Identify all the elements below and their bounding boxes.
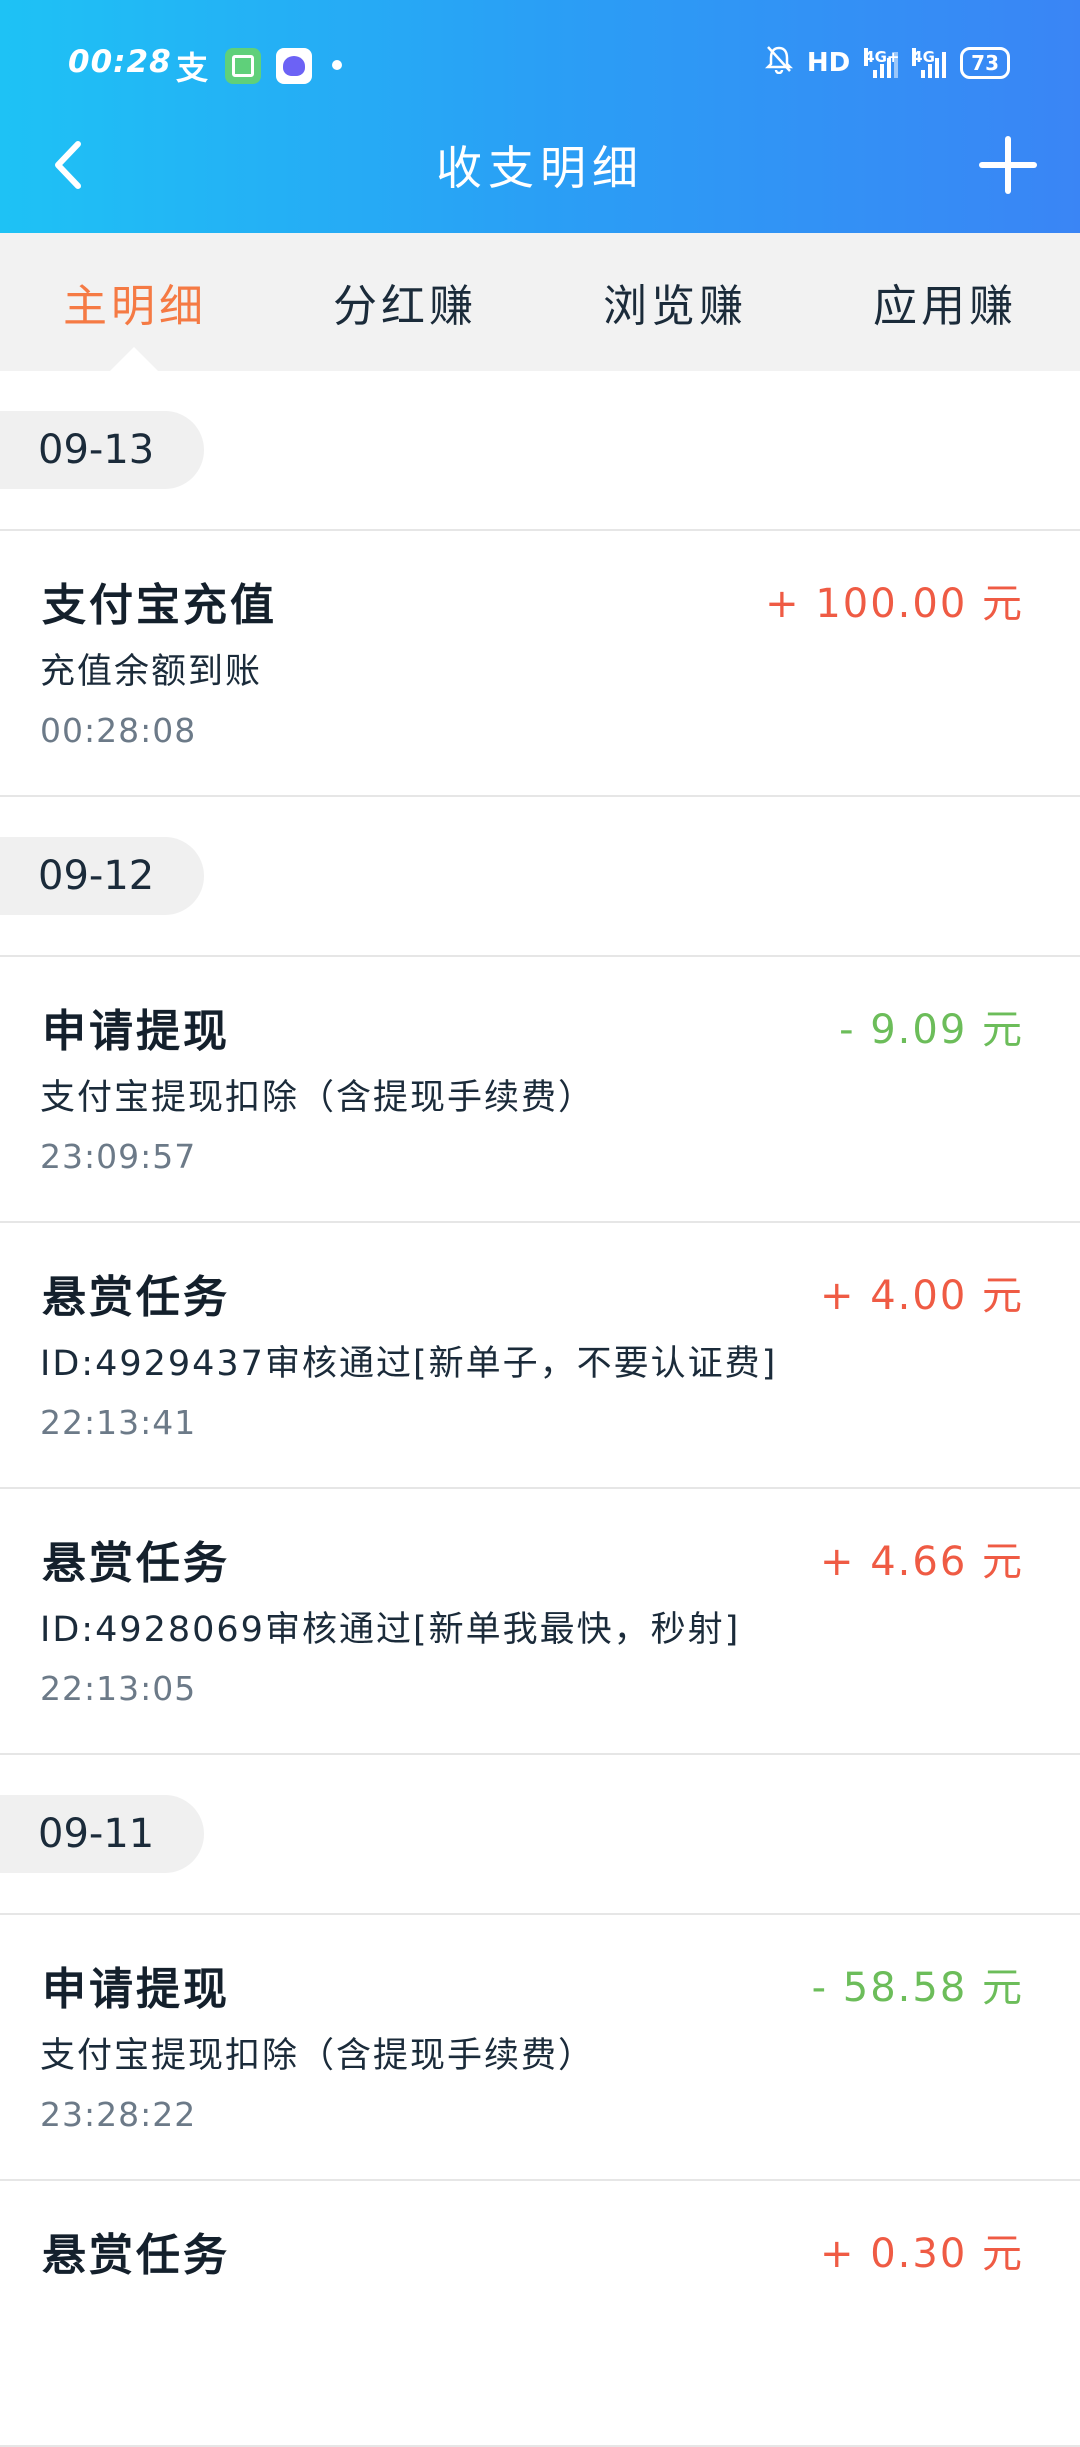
record-title: 支付宝充值 [42,580,277,631]
record-title: 申请提现 [42,1964,230,2015]
date-label: 09-12 [0,837,205,915]
date-header: 09-13 [0,371,1080,531]
date-label: 09-11 [0,1795,205,1873]
date-label: 09-13 [0,411,205,489]
list-item[interactable]: 支付宝充值 + 100.00 元 充值余额到账 00:28:08 [0,531,1080,797]
date-header: 09-11 [0,1755,1080,1915]
tab-app[interactable]: 应用赚 [810,233,1080,371]
record-description: 支付宝提现扣除（含提现手续费） [40,1078,596,1118]
qq-notification-icon [276,48,312,84]
active-tab-indicator [110,347,158,371]
more-notifications-dot-icon [332,60,342,70]
list-item[interactable]: 悬赏任务 + 0.30 元 [0,2181,1080,2447]
date-header: 09-12 [0,797,1080,957]
record-description: ID:4929437审核通过[新单子，不要认证费] [40,1344,778,1384]
tab-dividend[interactable]: 分红赚 [270,233,540,371]
record-amount: + 0.30 元 [819,2231,1024,2277]
signal-1-icon: 4G+ [864,47,900,78]
record-title: 悬赏任务 [42,1272,230,1323]
record-description: 充值余额到账 [40,652,263,692]
add-plus-icon[interactable] [976,133,1040,197]
record-time: 23:28:22 [40,2095,197,2134]
battery-icon: 73 [960,46,1010,79]
record-amount: + 4.00 元 [819,1273,1024,1319]
status-time: 00:28 [68,44,172,80]
record-time: 00:28:08 [40,711,197,750]
category-tabs: 主明细 分红赚 浏览赚 应用赚 [0,233,1080,371]
record-title: 悬赏任务 [42,2230,230,2281]
page-title: 收支明细 [436,141,644,195]
signal-2-icon: 4G [912,47,947,78]
status-indicators: HD 4G+ 4G 73 [764,44,1010,81]
mute-bell-icon [764,44,793,81]
record-description: 支付宝提现扣除（含提现手续费） [40,2036,596,2076]
list-item[interactable]: 申请提现 - 58.58 元 支付宝提现扣除（含提现手续费） 23:28:22 [0,1915,1080,2181]
app-notification-icon [225,48,261,84]
list-item[interactable]: 悬赏任务 + 4.00 元 ID:4929437审核通过[新单子，不要认证费] … [0,1223,1080,1489]
record-amount: - 58.58 元 [811,1965,1024,2011]
record-description: ID:4928069审核通过[新单我最快，秒射] [40,1610,741,1650]
list-item[interactable]: 悬赏任务 + 4.66 元 ID:4928069审核通过[新单我最快，秒射] 2… [0,1489,1080,1755]
network-type-1: 4G+ [864,47,900,66]
alipay-notification-icon: 支 [175,49,208,87]
record-amount: + 100.00 元 [765,581,1024,627]
list-item[interactable]: 申请提现 - 9.09 元 支付宝提现扣除（含提现手续费） 23:09:57 [0,957,1080,1223]
record-time: 22:13:41 [40,1403,197,1442]
status-bar: 00:28 支 HD 4G+ 4G 73 [0,0,1080,130]
transaction-list: 09-13 支付宝充值 + 100.00 元 充值余额到账 00:28:08 0… [0,371,1080,2447]
record-amount: + 4.66 元 [819,1539,1024,1585]
hd-label: HD [806,47,851,78]
record-title: 申请提现 [42,1006,230,1057]
app-header: 00:28 支 HD 4G+ 4G 73 收支明细 [0,0,1080,233]
network-type-2: 4G [912,47,935,66]
tab-browse[interactable]: 浏览赚 [540,233,810,371]
record-title: 悬赏任务 [42,1538,230,1589]
record-time: 23:09:57 [40,1137,197,1176]
record-amount: - 9.09 元 [839,1007,1024,1053]
record-time: 22:13:05 [40,1669,197,1708]
